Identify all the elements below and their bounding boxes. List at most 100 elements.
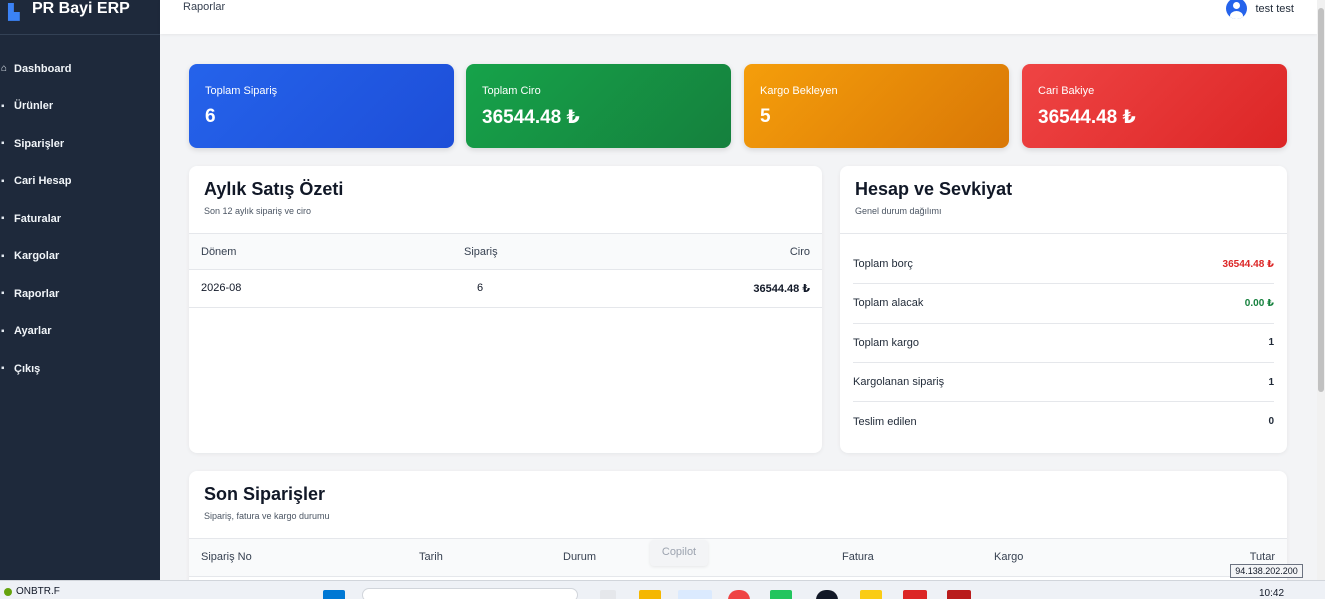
table-row[interactable]: 2026-08 6 36544.48 ₺ bbox=[189, 270, 822, 308]
breadcrumb: Raporlar bbox=[183, 1, 226, 13]
sidebar: ▙ PR Bayi ERP ⌂ Dashboard ▪ Ürünler ▪ Si… bbox=[0, 0, 160, 580]
sidebar-nav: ⌂ Dashboard ▪ Ürünler ▪ Siparişler ▪ Car… bbox=[0, 50, 160, 388]
cell-orders: 6 bbox=[477, 282, 484, 294]
list-item: Toplam borç 36544.48 ₺ bbox=[853, 245, 1274, 285]
item-value: 1 bbox=[1268, 337, 1274, 349]
stat-label: Cari Bakiye bbox=[1038, 85, 1095, 97]
cell-period: 2026-08 bbox=[201, 282, 242, 294]
page-scrollbar[interactable] bbox=[1317, 0, 1325, 580]
sidebar-item-ayarlar[interactable]: ▪ Ayarlar bbox=[0, 313, 160, 351]
item-value: 0.00 ₺ bbox=[1244, 297, 1274, 309]
item-label: Toplam kargo bbox=[853, 336, 920, 349]
weather-widget[interactable]: ONBTR.F bbox=[4, 586, 60, 597]
user-menu[interactable]: test test bbox=[1226, 0, 1294, 19]
wallet-icon: ▪ bbox=[1, 175, 5, 187]
panel-subtitle: Son 12 aylık sipariş ve ciro bbox=[204, 206, 312, 216]
stat-card-pending-shipping: Kargo Bekleyen 5 bbox=[744, 64, 1009, 148]
item-value: 36544.48 ₺ bbox=[1222, 258, 1274, 270]
stat-card-total-orders: Toplam Sipariş 6 bbox=[189, 64, 454, 148]
youtube-icon[interactable] bbox=[903, 590, 927, 599]
column-header-invoice[interactable]: Fatura bbox=[842, 551, 874, 563]
column-header-revenue[interactable]: Ciro bbox=[790, 246, 810, 258]
start-icon[interactable] bbox=[323, 590, 345, 599]
sidebar-item-label: Kargolar bbox=[14, 250, 60, 263]
panel-header: Son Siparişler Sipariş, fatura ve kargo … bbox=[189, 471, 1287, 539]
item-label: Teslim edilen bbox=[853, 415, 917, 428]
chart-icon: ▪ bbox=[1, 288, 5, 300]
user-avatar-icon bbox=[1226, 0, 1248, 19]
user-name: test test bbox=[1255, 2, 1294, 15]
sidebar-item-dashboard[interactable]: ⌂ Dashboard bbox=[0, 50, 160, 88]
terminal-icon[interactable] bbox=[947, 590, 971, 599]
item-value: 0 bbox=[1268, 416, 1274, 428]
panel-title: Son Siparişler bbox=[204, 484, 326, 504]
stat-value: 6 bbox=[205, 106, 216, 127]
cart-icon: ▪ bbox=[1, 138, 5, 150]
task-view-icon[interactable] bbox=[600, 590, 616, 599]
chrome-icon[interactable] bbox=[728, 590, 750, 599]
stat-value: 5 bbox=[760, 106, 771, 127]
list-item: Teslim edilen 0 bbox=[853, 402, 1274, 441]
sidebar-item-label: Dashboard bbox=[14, 62, 72, 75]
column-header-status[interactable]: Durum bbox=[563, 551, 596, 563]
stat-label: Kargo Bekleyen bbox=[760, 85, 838, 97]
sidebar-item-label: Cari Hesap bbox=[14, 175, 72, 188]
sidebar-item-label: Faturalar bbox=[14, 212, 62, 225]
chat-icon[interactable] bbox=[770, 590, 792, 599]
stat-value: 36544.48 ₺ bbox=[1038, 107, 1136, 128]
home-icon: ⌂ bbox=[1, 63, 8, 75]
panel-header: Aylık Satış Özeti Son 12 aylık sipariş v… bbox=[189, 166, 822, 234]
ip-address-label: 94.138.202.200 bbox=[1230, 564, 1303, 578]
brand[interactable]: ▙ PR Bayi ERP bbox=[0, 0, 160, 35]
top-header: Raporlar test test bbox=[160, 0, 1317, 34]
stat-value: 36544.48 ₺ bbox=[482, 107, 580, 128]
sidebar-item-raporlar[interactable]: ▪ Raporlar bbox=[0, 275, 160, 313]
sidebar-item-faturalar[interactable]: ▪ Faturalar bbox=[0, 200, 160, 238]
sidebar-item-urunler[interactable]: ▪ Ürünler bbox=[0, 88, 160, 126]
account-summary-list: Toplam borç 36544.48 ₺ Toplam alacak 0.0… bbox=[840, 234, 1287, 441]
sidebar-item-label: Ayarlar bbox=[14, 325, 52, 338]
list-item: Toplam alacak 0.00 ₺ bbox=[853, 284, 1274, 324]
folder-icon[interactable] bbox=[639, 590, 661, 599]
taskbar-search[interactable] bbox=[362, 588, 578, 599]
monthly-sales-panel: Aylık Satış Özeti Son 12 aylık sipariş v… bbox=[189, 166, 822, 453]
os-taskbar: ONBTR.F 10:42 bbox=[0, 580, 1325, 599]
browser-icon[interactable] bbox=[678, 590, 712, 599]
sidebar-item-label: Ürünler bbox=[14, 100, 54, 113]
sidebar-item-kargolar[interactable]: ▪ Kargolar bbox=[0, 238, 160, 276]
column-header-date[interactable]: Tarih bbox=[419, 551, 443, 563]
column-header-amount[interactable]: Tutar bbox=[1250, 551, 1275, 563]
copilot-tooltip[interactable]: Copilot bbox=[650, 540, 708, 566]
building-icon: ▙ bbox=[8, 4, 20, 21]
notes-icon[interactable] bbox=[860, 590, 882, 599]
taskbar-clock[interactable]: 10:42 bbox=[1259, 588, 1284, 599]
column-header-shipping[interactable]: Kargo bbox=[994, 551, 1023, 563]
sidebar-item-label: Siparişler bbox=[14, 137, 65, 150]
box-icon: ▪ bbox=[1, 100, 5, 112]
item-label: Toplam alacak bbox=[853, 297, 924, 310]
column-header-period[interactable]: Dönem bbox=[201, 246, 236, 258]
scrollbar-thumb[interactable] bbox=[1318, 8, 1324, 392]
sidebar-item-cikis[interactable]: ▪ Çıkış bbox=[0, 350, 160, 388]
column-header-order-no[interactable]: Sipariş No bbox=[201, 551, 252, 563]
sidebar-item-siparisler[interactable]: ▪ Siparişler bbox=[0, 125, 160, 163]
gear-icon: ▪ bbox=[1, 325, 5, 337]
panel-title: Aylık Satış Özeti bbox=[204, 179, 344, 199]
sidebar-item-label: Çıkış bbox=[14, 362, 41, 375]
cell-revenue: 36544.48 ₺ bbox=[753, 283, 810, 295]
stat-label: Toplam Sipariş bbox=[205, 85, 278, 97]
item-value: 1 bbox=[1268, 376, 1274, 388]
sidebar-item-label: Raporlar bbox=[14, 287, 60, 300]
item-label: Kargolanan sipariş bbox=[853, 376, 945, 389]
invoice-icon: ▪ bbox=[1, 213, 5, 225]
column-header-orders[interactable]: Sipariş bbox=[464, 246, 498, 258]
list-item: Toplam kargo 1 bbox=[853, 324, 1274, 363]
account-shipping-panel: Hesap ve Sevkiyat Genel durum dağılımı T… bbox=[840, 166, 1287, 453]
list-item: Kargolanan sipariş 1 bbox=[853, 363, 1274, 403]
panel-subtitle: Genel durum dağılımı bbox=[855, 206, 942, 216]
logout-icon: ▪ bbox=[1, 363, 5, 375]
sidebar-item-cari-hesap[interactable]: ▪ Cari Hesap bbox=[0, 163, 160, 201]
app-icon[interactable] bbox=[816, 590, 838, 599]
recent-orders-panel: Son Siparişler Sipariş, fatura ve kargo … bbox=[189, 471, 1287, 591]
truck-icon: ▪ bbox=[1, 250, 5, 262]
